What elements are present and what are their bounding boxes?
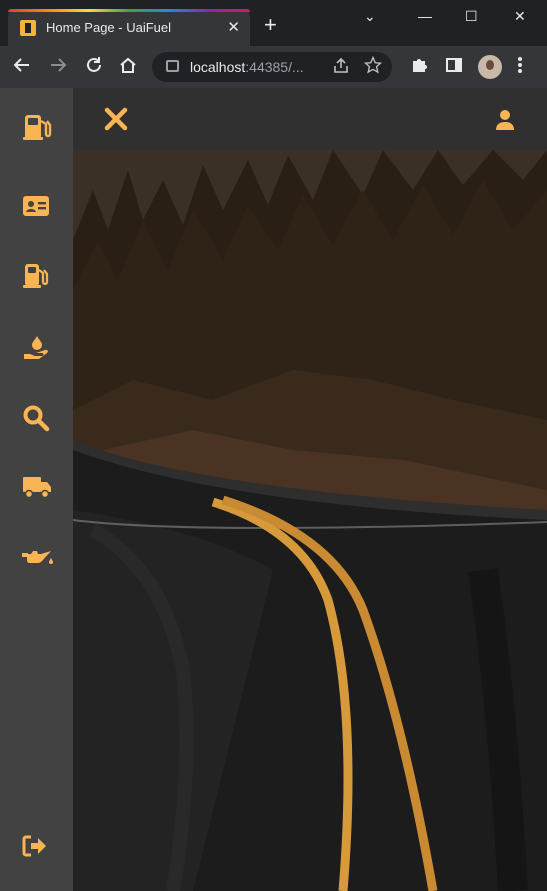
extensions-button[interactable] (410, 56, 428, 79)
new-tab-button[interactable]: + (264, 14, 277, 36)
browser-menu-button[interactable] (516, 55, 524, 80)
side-panel-icon (446, 58, 462, 72)
sidebar-item-id-card[interactable] (22, 194, 52, 222)
reload-button[interactable] (84, 55, 104, 80)
tab-title: Home Page - UaiFuel (46, 20, 171, 35)
sidebar-item-gas-pump[interactable] (22, 262, 52, 290)
search-icon (23, 405, 50, 432)
gas-station-icon (23, 115, 52, 140)
back-button[interactable] (12, 55, 32, 80)
hand-holding-water-icon (24, 336, 48, 359)
side-panel-button[interactable] (445, 56, 463, 79)
user-icon (496, 110, 514, 130)
maximize-button[interactable]: ☐ (465, 8, 478, 25)
share-button[interactable] (332, 57, 350, 79)
tab-close-button[interactable]: ✕ (227, 18, 240, 36)
arrow-right-icon (51, 58, 67, 72)
sidebar-item-gas-station[interactable] (22, 112, 52, 140)
user-account-button[interactable] (495, 109, 515, 131)
favicon-icon (20, 20, 36, 36)
oil-can-icon (22, 551, 53, 564)
sidebar-item-search[interactable] (22, 404, 52, 432)
tab-search-button[interactable]: ⌄ (364, 8, 376, 25)
hero-background-image (73, 150, 547, 891)
road-forest-illustration (73, 150, 547, 891)
close-icon (104, 107, 128, 131)
share-icon (334, 57, 348, 73)
home-icon (120, 57, 136, 73)
id-card-icon (23, 196, 49, 216)
forward-button[interactable] (48, 55, 68, 80)
browser-toolbar: localhost:44385/... (0, 46, 547, 88)
bookmark-star-button[interactable] (363, 55, 383, 79)
tab-accent-bar (8, 9, 250, 12)
address-bar[interactable]: localhost:44385/... (152, 52, 392, 82)
window-close-button[interactable]: ✕ (514, 8, 526, 25)
reload-icon (87, 57, 101, 72)
toggle-sidebar-button[interactable] (103, 106, 129, 132)
browser-tab[interactable]: Home Page - UaiFuel ✕ (8, 9, 250, 46)
sign-out-icon (22, 835, 46, 857)
app-topbar (73, 88, 547, 150)
browser-tabstrip: Home Page - UaiFuel ✕ + ⌄ — ☐ ✕ (0, 0, 547, 46)
sidebar-item-oil-can[interactable] (22, 546, 53, 574)
app-sidebar (0, 88, 73, 891)
puzzle-icon (413, 59, 427, 72)
profile-avatar[interactable] (478, 55, 502, 79)
truck-icon (23, 477, 51, 499)
minimize-button[interactable]: — (418, 8, 432, 24)
more-vertical-icon (518, 57, 522, 73)
address-url[interactable]: localhost:44385/... (190, 59, 304, 75)
home-button[interactable] (118, 55, 138, 80)
lock-icon (166, 60, 179, 72)
star-icon (363, 55, 383, 74)
sidebar-item-truck[interactable] (22, 474, 52, 502)
gas-pump-icon (23, 264, 49, 288)
arrow-left-icon (13, 58, 29, 72)
logout-button[interactable] (22, 834, 52, 862)
sidebar-item-hand-holding-water[interactable] (22, 334, 52, 362)
